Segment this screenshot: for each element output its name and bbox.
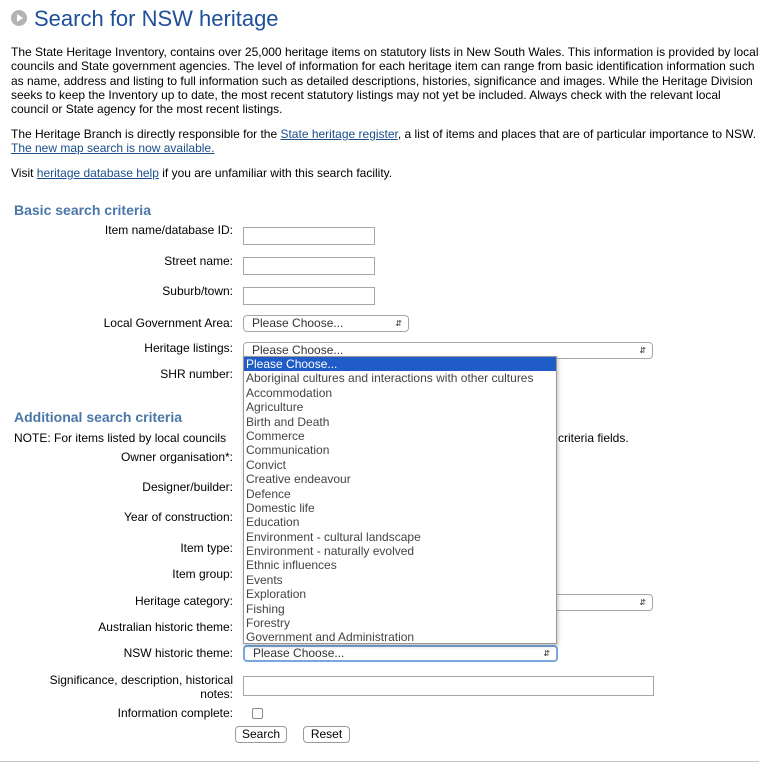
- significance-label: Significance, description, historical no…: [50, 673, 233, 701]
- dropdown-option[interactable]: Agriculture: [244, 400, 556, 414]
- street-name-label: Street name:: [164, 254, 233, 268]
- dropdown-option[interactable]: Please Choose...: [244, 357, 556, 372]
- heritage-category-label: Heritage category:: [134, 594, 233, 608]
- basic-search-heading: Basic search criteria: [14, 202, 151, 218]
- select-arrows-icon: ⇵: [543, 649, 550, 658]
- dropdown-option[interactable]: Ethnic influences: [244, 558, 556, 572]
- significance-label-line1: Significance, description, historical: [49, 673, 233, 687]
- note-text-right: criteria fields.: [558, 431, 629, 445]
- visit-text-after: if you are unfamiliar with this search f…: [158, 166, 393, 180]
- dropdown-option[interactable]: Environment - naturally evolved: [244, 544, 556, 558]
- play-bullet-icon: [11, 10, 27, 26]
- dropdown-option[interactable]: Government and Administration: [244, 630, 556, 643]
- dropdown-option[interactable]: Education: [244, 515, 556, 529]
- dropdown-option[interactable]: Commerce: [244, 429, 556, 443]
- lga-label: Local Government Area:: [103, 316, 233, 330]
- item-type-label: Item type:: [180, 541, 233, 555]
- suburb-label: Suburb/town:: [162, 284, 233, 298]
- additional-search-heading: Additional search criteria: [14, 409, 183, 425]
- intro-paragraph: The State Heritage Inventory, contains o…: [11, 45, 759, 117]
- map-search-link[interactable]: The new map search is now available.: [11, 141, 214, 155]
- information-complete-label: Information complete:: [117, 706, 233, 720]
- dropdown-option[interactable]: Communication: [244, 443, 556, 457]
- select-arrows-icon: ⇵: [639, 346, 646, 355]
- reset-button[interactable]: Reset: [303, 726, 350, 743]
- dropdown-option[interactable]: Forestry: [244, 616, 556, 630]
- dropdown-option[interactable]: Defence: [244, 487, 556, 501]
- significance-input[interactable]: [243, 676, 654, 696]
- dropdown-option[interactable]: Aboriginal cultures and interactions wit…: [244, 371, 556, 385]
- state-heritage-register-link[interactable]: State heritage register: [280, 127, 397, 141]
- dropdown-option[interactable]: Environment - cultural landscape: [244, 530, 556, 544]
- search-button[interactable]: Search: [235, 726, 287, 743]
- nsw-theme-select-value: Please Choose...: [253, 646, 345, 660]
- information-complete-checkbox[interactable]: [252, 708, 263, 719]
- dropdown-option[interactable]: Birth and Death: [244, 415, 556, 429]
- suburb-input[interactable]: [243, 287, 375, 305]
- shr-number-label: SHR number:: [160, 367, 233, 381]
- nsw-theme-dropdown-list[interactable]: Please Choose... Aboriginal cultures and…: [243, 356, 557, 644]
- nsw-theme-label: NSW historic theme:: [123, 646, 233, 660]
- australian-theme-label: Australian historic theme:: [98, 620, 233, 634]
- branch-text-after: , a list of items and places that are of…: [397, 127, 757, 141]
- dropdown-option[interactable]: Creative endeavour: [244, 472, 556, 486]
- select-arrows-icon: ⇵: [395, 319, 402, 328]
- nsw-theme-select[interactable]: Please Choose... ⇵: [243, 645, 558, 662]
- dropdown-option[interactable]: Exploration: [244, 587, 556, 601]
- heritage-listings-label: Heritage listings:: [144, 341, 233, 355]
- item-name-input[interactable]: [243, 227, 375, 245]
- select-arrows-icon: ⇵: [639, 598, 646, 607]
- street-name-input[interactable]: [243, 257, 375, 275]
- note-text-left: NOTE: For items listed by local councils: [14, 431, 227, 445]
- branch-paragraph: The Heritage Branch is directly responsi…: [11, 127, 759, 156]
- item-group-label: Item group:: [172, 567, 233, 581]
- visit-text-before: Visit: [11, 166, 37, 180]
- dropdown-option[interactable]: Convict: [244, 458, 556, 472]
- page-title: Search for NSW heritage: [34, 6, 279, 31]
- heritage-database-help-link[interactable]: heritage database help: [37, 166, 159, 180]
- dropdown-option[interactable]: Domestic life: [244, 501, 556, 515]
- year-of-construction-label: Year of construction:: [124, 510, 233, 524]
- bottom-divider: [0, 761, 759, 762]
- help-paragraph: Visit heritage database help if you are …: [11, 166, 759, 180]
- branch-text-before: The Heritage Branch is directly responsi…: [11, 127, 281, 141]
- dropdown-option[interactable]: Events: [244, 573, 556, 587]
- owner-organisation-label: Owner organisation*:: [120, 450, 233, 464]
- dropdown-option[interactable]: Fishing: [244, 602, 556, 616]
- dropdown-option[interactable]: Accommodation: [244, 386, 556, 400]
- designer-builder-label: Designer/builder:: [142, 480, 233, 494]
- lga-select[interactable]: Please Choose... ⇵: [243, 315, 409, 332]
- item-name-label: Item name/database ID:: [104, 223, 233, 237]
- heritage-listings-value: Please Choose...: [252, 343, 344, 357]
- lga-select-value: Please Choose...: [252, 316, 344, 330]
- significance-label-line2: notes:: [200, 687, 233, 701]
